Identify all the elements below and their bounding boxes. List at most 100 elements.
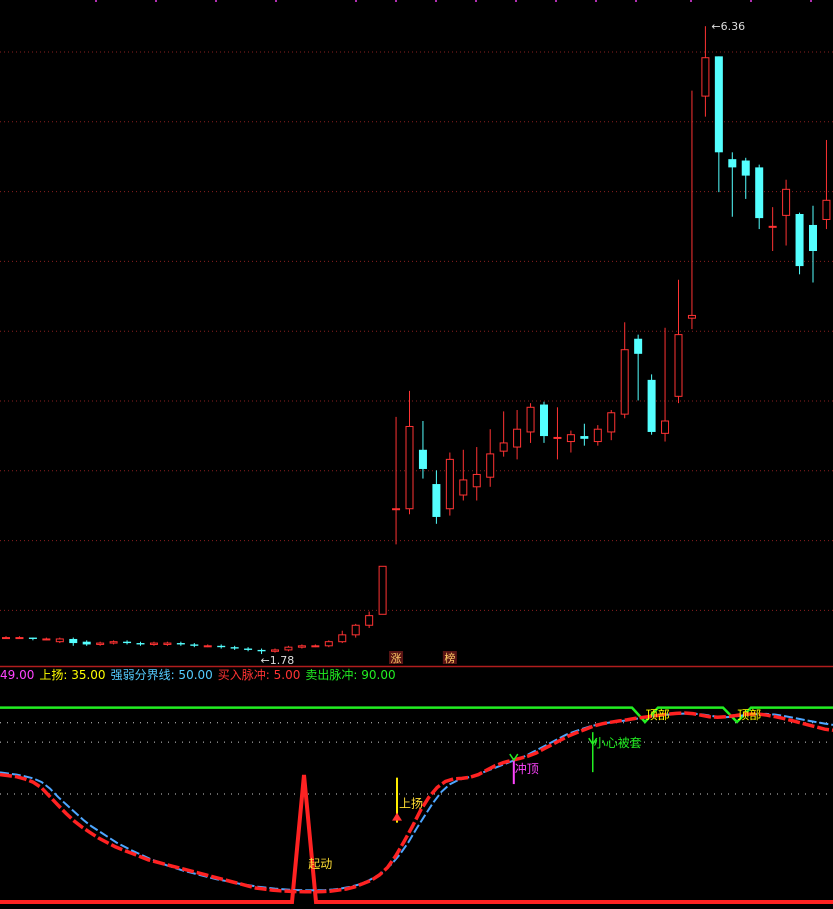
candle-body <box>593 428 602 443</box>
candle-body <box>163 642 172 645</box>
top-tick <box>395 0 397 2</box>
candle-body <box>701 57 710 97</box>
candle <box>96 641 105 646</box>
top-tick <box>155 0 157 2</box>
candle-body <box>203 645 212 648</box>
candle-body <box>123 641 132 644</box>
candle-body <box>28 637 37 639</box>
candle-body <box>365 615 374 626</box>
candle-body <box>176 643 185 645</box>
top-tick <box>215 0 217 2</box>
annotation: 小心被套 <box>588 732 642 773</box>
candle <box>405 390 414 515</box>
candle <box>109 640 118 645</box>
candle-body <box>271 649 279 652</box>
candle-body <box>69 638 78 644</box>
candle <box>795 212 804 275</box>
top-tick <box>595 0 597 2</box>
annotation: 顶部 <box>646 707 670 722</box>
candle-body <box>149 642 158 645</box>
candle-body <box>472 473 481 488</box>
price-grid <box>0 51 833 611</box>
candle-body <box>795 213 804 267</box>
top-tick <box>275 0 277 2</box>
candle <box>149 641 158 646</box>
top-tick <box>750 0 752 2</box>
legend-item: 强弱分界线: 50.00 <box>111 668 213 682</box>
candle <box>607 410 616 441</box>
candle <box>15 636 24 640</box>
buy-pulse-line <box>0 774 833 904</box>
candle <box>230 645 239 650</box>
indicator-legend: 49.00 上扬: 35.00 强弱分界线: 50.00 买入脉冲: 5.00 卖出脉冲… <box>0 667 396 682</box>
candles <box>2 26 831 655</box>
top-tick <box>95 0 97 2</box>
annotation-text: 顶部 <box>737 707 761 722</box>
candle <box>365 611 374 628</box>
high-price-label: ←6.36 <box>711 20 745 33</box>
top-tick <box>355 0 357 2</box>
top-tick <box>635 0 637 2</box>
legend-item: 卖出脉冲: 90.00 <box>305 667 395 682</box>
candle <box>540 401 548 443</box>
candle-body <box>566 434 575 443</box>
candle <box>580 423 589 446</box>
candle-body <box>634 338 643 354</box>
candle-body <box>297 645 306 648</box>
top-ticks <box>95 0 812 2</box>
candle <box>701 26 710 117</box>
top-tick <box>475 0 477 2</box>
candle-body <box>647 379 656 432</box>
candle-body <box>540 404 548 437</box>
candle-body <box>822 199 831 220</box>
top-tick <box>435 0 437 2</box>
candle-body <box>486 453 495 478</box>
candle-body <box>741 160 750 176</box>
candle <box>190 643 199 648</box>
candle <box>620 322 629 419</box>
indicator-grid <box>0 722 833 795</box>
candle <box>566 430 575 453</box>
candle-body <box>392 508 401 511</box>
candle <box>526 403 535 443</box>
candle-body <box>714 56 723 153</box>
annotation: 起动 <box>308 857 332 871</box>
candle <box>378 565 387 615</box>
candle-body <box>244 648 253 650</box>
top-tick <box>810 0 812 2</box>
top-tick <box>515 0 517 2</box>
candle-body <box>620 349 629 415</box>
candle <box>755 164 764 230</box>
candle-body <box>661 420 670 434</box>
candle <box>55 637 64 644</box>
candle-body <box>324 641 333 647</box>
candle-body <box>96 642 105 645</box>
price-marker: 涨 <box>389 651 404 665</box>
candle <box>472 447 481 501</box>
candle-body <box>607 412 616 433</box>
candle <box>2 636 10 640</box>
candle <box>418 420 427 479</box>
marker-text: 涨 <box>391 652 402 665</box>
candle <box>822 139 831 230</box>
candle-body <box>768 225 777 228</box>
candle <box>432 470 441 524</box>
candle <box>28 637 37 641</box>
candle <box>82 640 91 646</box>
candle-body <box>674 334 683 397</box>
candle-body <box>445 458 454 510</box>
top-tick <box>555 0 557 2</box>
candle <box>809 205 817 283</box>
candle-body <box>405 425 414 510</box>
candle <box>634 334 643 401</box>
annotation-text: 上扬 <box>399 796 423 811</box>
candle-body <box>755 167 764 219</box>
candle-body <box>526 406 535 433</box>
candle <box>741 157 750 199</box>
candle-body <box>351 624 360 636</box>
candle <box>123 640 132 645</box>
candle <box>459 449 468 501</box>
candle <box>499 411 508 457</box>
candle-body <box>109 641 118 644</box>
candle-body <box>82 641 91 645</box>
